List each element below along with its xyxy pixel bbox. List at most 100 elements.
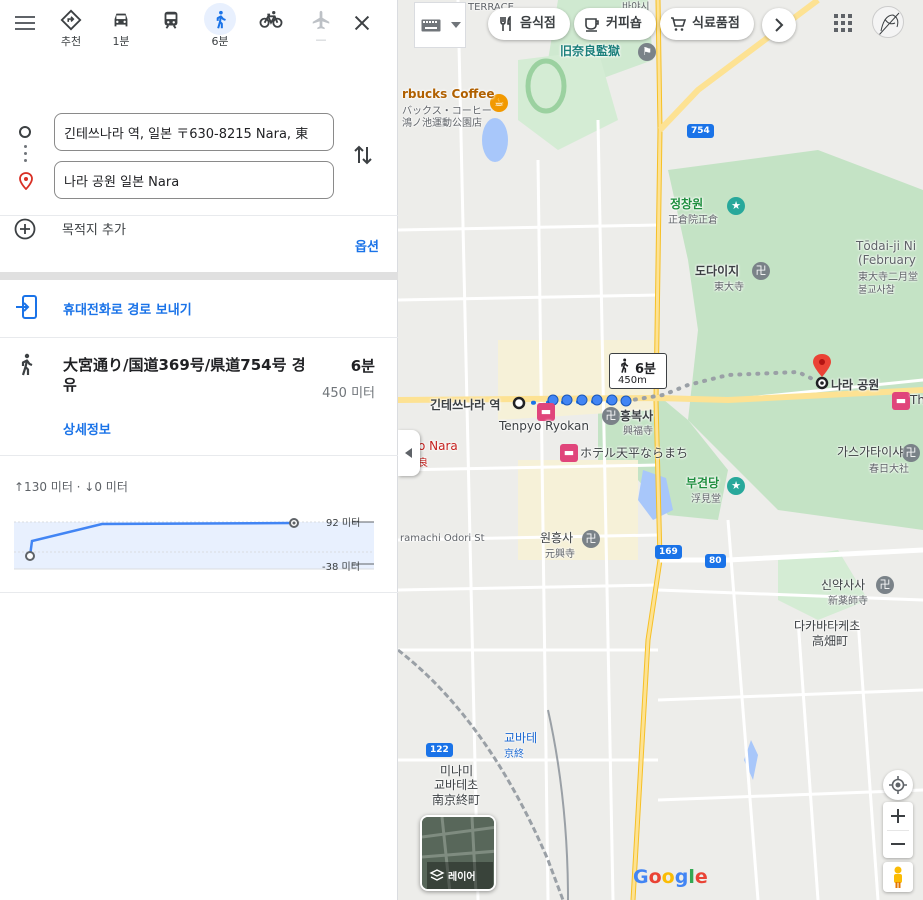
- send-to-phone-button[interactable]: 휴대전화로 경로 보내기: [0, 292, 398, 322]
- street-view-pegman-button[interactable]: [883, 862, 913, 892]
- close-directions-button[interactable]: [351, 12, 373, 34]
- my-location-button[interactable]: [883, 770, 913, 800]
- map-label: 정창원: [670, 197, 704, 211]
- map-label: o Nara: [418, 439, 458, 453]
- car-icon: [101, 6, 141, 32]
- walking-icon: [21, 353, 33, 376]
- map-label: 불교사찰: [858, 285, 895, 296]
- destination-input[interactable]: [54, 161, 334, 199]
- route-shield: 754: [687, 124, 714, 138]
- chevron-right-icon: [775, 18, 784, 32]
- add-destination-label: 목적지 추가: [62, 223, 126, 238]
- landmark-icon[interactable]: ⚑: [638, 43, 656, 61]
- waypoint-inputs: 목적지 추가: [0, 48, 397, 240]
- account-avatar[interactable]: [872, 6, 904, 38]
- temple-poi-icon[interactable]: 卍: [602, 407, 620, 425]
- grocery-cart-icon: [671, 17, 686, 31]
- route-shield: 80: [705, 554, 726, 568]
- minus-icon: [891, 843, 905, 845]
- map-label: 新薬師寺: [828, 596, 868, 607]
- dots-connector-icon: [24, 145, 27, 166]
- google-apps-button[interactable]: [834, 14, 852, 36]
- start-circle-icon: [19, 126, 31, 138]
- menu-button[interactable]: [14, 13, 36, 35]
- route-time-callout[interactable]: 6분 450m: [609, 353, 667, 389]
- elevation-max-label: 92 미터: [326, 518, 361, 529]
- send-to-phone-label: 휴대전화로 경로 보내기: [63, 303, 192, 318]
- swap-locations-button[interactable]: [352, 143, 374, 171]
- map-label: 旧奈良監獄: [560, 44, 621, 58]
- train-icon: [151, 6, 191, 32]
- section-divider: [0, 272, 398, 280]
- attraction-poi-icon[interactable]: ★: [727, 477, 745, 495]
- temple-poi-icon[interactable]: 卍: [876, 576, 894, 594]
- walking-icon: [621, 358, 629, 373]
- coffee-icon: [585, 18, 599, 32]
- map-label: 春日大社: [869, 464, 909, 475]
- map-label: 원흥사: [540, 531, 574, 545]
- options-button[interactable]: 옵션: [355, 236, 379, 255]
- route-duration: 6분: [350, 357, 375, 375]
- apps-grid-icon: [834, 14, 852, 32]
- temple-poi-icon[interactable]: 卍: [582, 530, 600, 548]
- divider: [0, 337, 398, 338]
- hotel-poi-icon[interactable]: ▬: [892, 392, 910, 410]
- input-tools-button[interactable]: [414, 2, 466, 48]
- attraction-poi-icon[interactable]: ★: [727, 197, 745, 215]
- map-label: 浮見堂: [691, 494, 721, 505]
- route-details-link[interactable]: 상세정보: [63, 419, 111, 438]
- google-logo: Google: [633, 866, 708, 888]
- caret-left-icon: [405, 448, 412, 458]
- send-to-phone-icon: [16, 295, 37, 319]
- elevation-profile: ↑130 미터 · ↓0 미터 92 미터 -38 미터: [0, 470, 398, 590]
- map-label: 도다이지: [695, 264, 740, 278]
- map-label: Th: [910, 393, 923, 407]
- mode-drive-label: 1분: [112, 35, 130, 48]
- map-label: 正倉院正倉: [668, 215, 718, 226]
- map-label: 高畑町: [812, 634, 849, 648]
- callout-distance: 450m: [618, 375, 647, 386]
- destination-map-label: 나라 공원: [831, 378, 880, 392]
- chip-coffee[interactable]: 커피숍: [574, 8, 656, 40]
- chip-restaurants-label: 음식점: [520, 16, 556, 31]
- route-distance: 450 미터: [322, 386, 375, 401]
- mode-bike-button[interactable]: [251, 6, 291, 50]
- map-label: 가스가타이샤: [837, 445, 904, 459]
- mode-walk-button[interactable]: 6분: [200, 3, 240, 50]
- crosshair-icon: [889, 776, 907, 794]
- map-label: Tenpyo Ryokan: [499, 419, 589, 433]
- map-canvas[interactable]: ⚑ ☕ ★ 卍 卍 卍 ★ 卍 卍 ▬ ▬ ▬ 754 169 80 122 바…: [398, 0, 923, 900]
- divider: [0, 592, 398, 593]
- map-label: 元興寺: [545, 549, 575, 560]
- travel-mode-bar: 추천 1분 6분 —: [0, 0, 397, 48]
- mode-transit-button[interactable]: [151, 6, 191, 50]
- mode-best-button[interactable]: 추천: [51, 6, 91, 50]
- map-label: ホテル天平ならまち: [580, 446, 689, 460]
- keyboard-icon: [421, 19, 441, 32]
- divider: [0, 215, 398, 216]
- hotel-poi-icon[interactable]: ▬: [560, 444, 578, 462]
- elevation-summary: ↑130 미터 · ↓0 미터: [14, 480, 128, 494]
- temple-poi-icon[interactable]: 卍: [752, 262, 770, 280]
- collapse-panel-button[interactable]: [398, 430, 420, 476]
- zoom-out-button[interactable]: [883, 830, 913, 858]
- origin-map-label: 긴테쓰나라 역: [430, 398, 501, 412]
- chips-next-button[interactable]: [762, 8, 796, 42]
- route-option[interactable]: 大宮通り/国道369号/県道754号 경유 6분 450 미터 상세정보: [0, 345, 398, 453]
- route-name: 大宮通り/国道369号/県道754号 경유: [63, 356, 306, 394]
- map-label: 교바테: [504, 731, 538, 745]
- directions-panel: 추천 1분 6분 — 긴테쓰나라 역, 일본 〒630-8215 Nara, 東…: [0, 0, 398, 900]
- map-label: 南京終町: [432, 793, 481, 807]
- chip-restaurants[interactable]: 음식점: [488, 8, 570, 40]
- mode-drive-button[interactable]: 1분: [101, 6, 141, 50]
- mode-flight-button[interactable]: —: [301, 6, 341, 50]
- map-label: 신약사사: [821, 578, 866, 592]
- chip-grocery[interactable]: 식료품점: [660, 8, 754, 40]
- zoom-in-button[interactable]: [883, 802, 913, 830]
- map-label: (February: [858, 253, 916, 267]
- layers-button[interactable]: 레이어: [420, 815, 496, 891]
- start-location-input[interactable]: [54, 113, 334, 151]
- route-shield: 169: [655, 545, 682, 559]
- mode-flight-label: —: [315, 33, 327, 46]
- map-label: 東大寺: [714, 282, 744, 293]
